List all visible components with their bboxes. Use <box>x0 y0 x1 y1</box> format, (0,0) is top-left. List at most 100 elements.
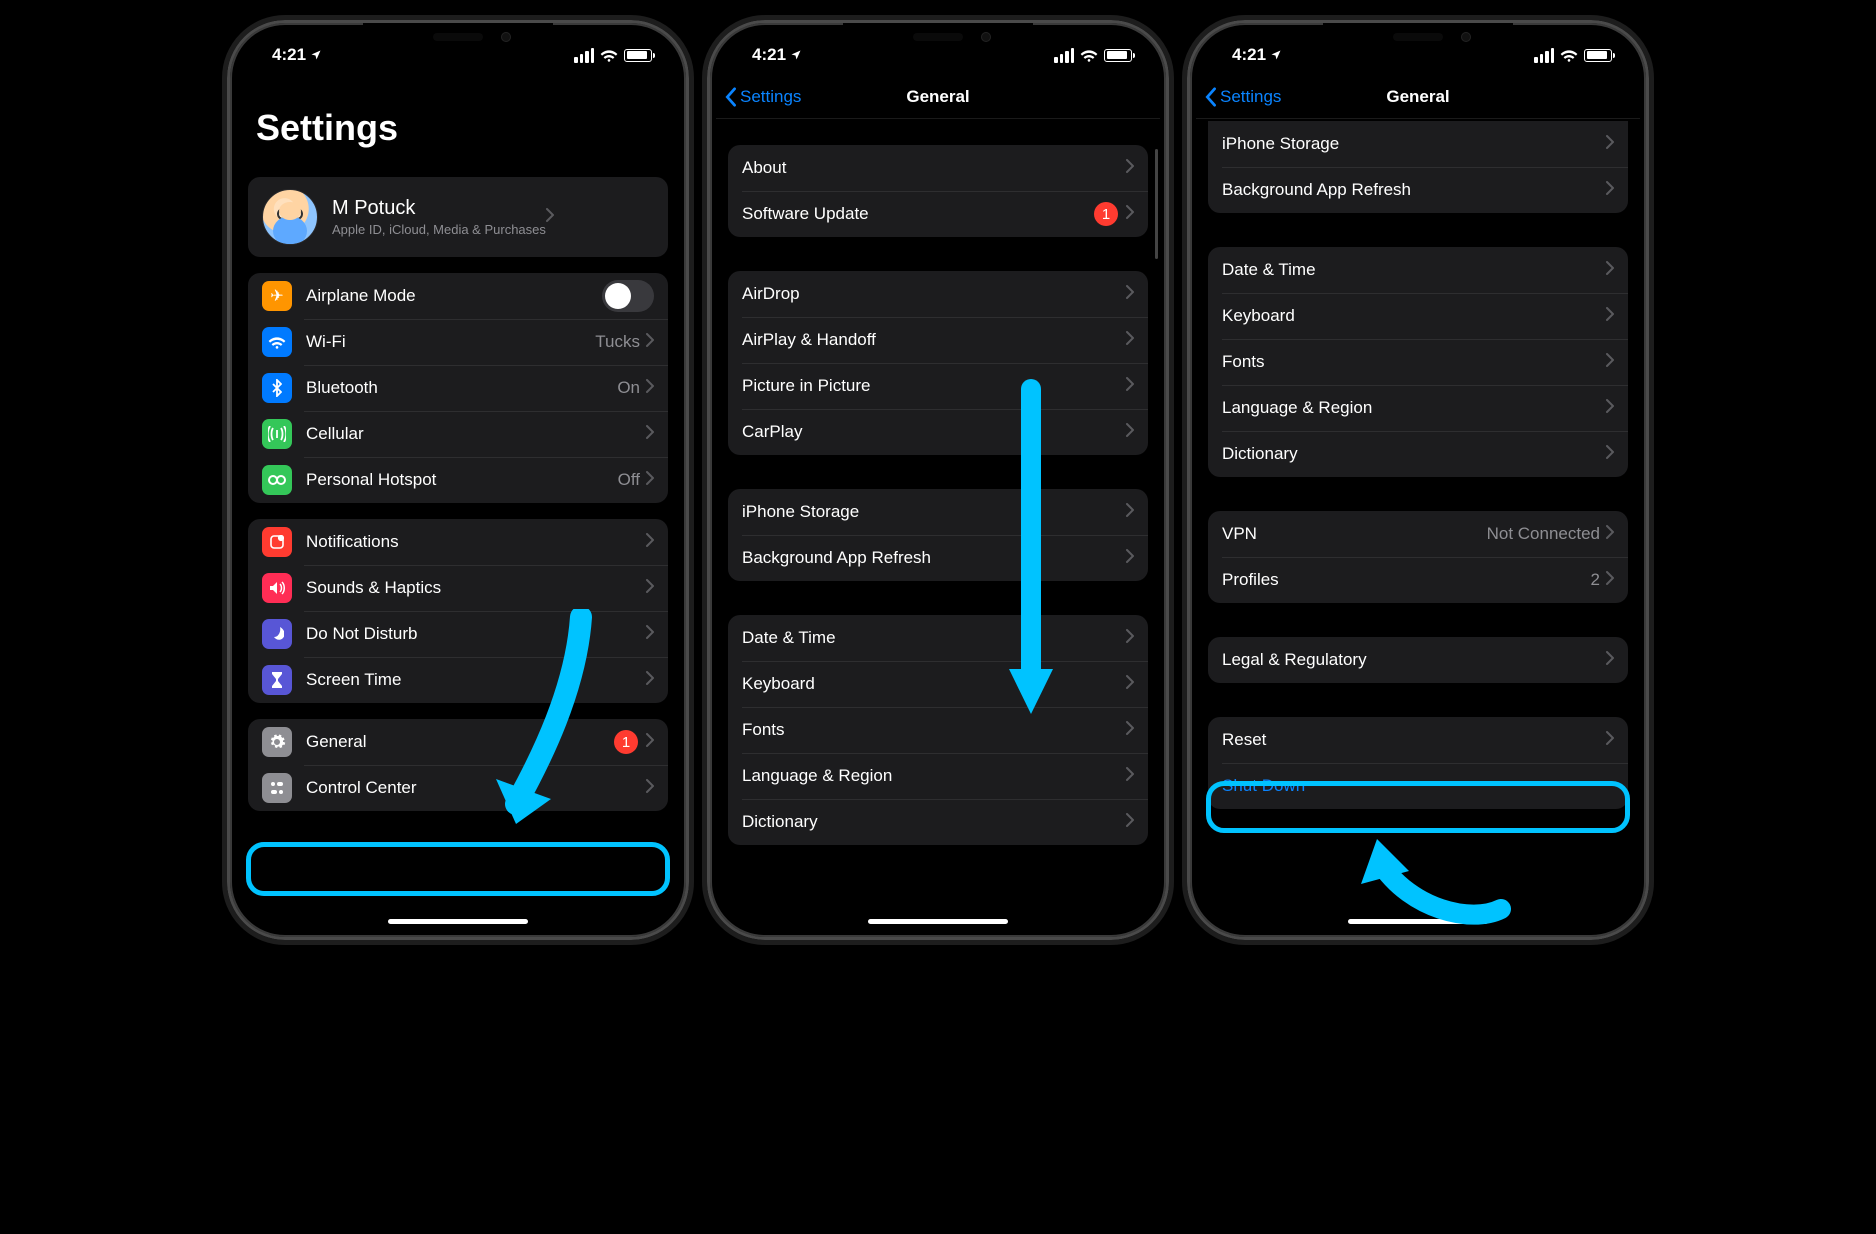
hotspot-icon <box>262 465 292 495</box>
storage-group: iPhone Storage Background App Refresh <box>728 489 1148 581</box>
chevron-right-icon <box>1606 399 1614 418</box>
general-row[interactable]: General 1 <box>248 719 668 765</box>
chevron-right-icon <box>1126 503 1134 522</box>
chevron-right-icon <box>646 471 654 490</box>
about-group: About Software Update1 <box>728 145 1148 237</box>
nav-bar: Settings General <box>1196 75 1640 119</box>
keyboard-row[interactable]: Keyboard <box>1208 293 1628 339</box>
hotspot-row[interactable]: Personal Hotspot Off <box>248 457 668 503</box>
screentime-row[interactable]: Screen Time <box>248 657 668 703</box>
hourglass-icon <box>262 665 292 695</box>
wifi-settings-icon <box>262 327 292 357</box>
chevron-right-icon <box>1126 285 1134 304</box>
chevron-right-icon <box>1126 629 1134 648</box>
storage-row[interactable]: iPhone Storage <box>728 489 1148 535</box>
carplay-row[interactable]: CarPlay <box>728 409 1148 455</box>
home-indicator[interactable] <box>868 919 1008 924</box>
sounds-icon <box>262 573 292 603</box>
chevron-left-icon <box>724 87 737 107</box>
localization-group: Date & Time Keyboard Fonts Language & Re… <box>1208 247 1628 477</box>
location-icon <box>310 49 322 61</box>
chevron-right-icon <box>646 625 654 644</box>
phone-notch <box>1323 23 1513 51</box>
background-refresh-row[interactable]: Background App Refresh <box>1208 167 1628 213</box>
reset-group: Reset Shut Down <box>1208 717 1628 809</box>
chevron-right-icon <box>1126 721 1134 740</box>
chevron-right-icon <box>1606 651 1614 670</box>
nav-title: General <box>906 87 969 107</box>
cellular-row[interactable]: Cellular <box>248 411 668 457</box>
home-indicator[interactable] <box>1348 919 1488 924</box>
location-icon <box>1270 49 1282 61</box>
date-time-row[interactable]: Date & Time <box>728 615 1148 661</box>
chevron-right-icon <box>1606 445 1614 464</box>
phone-notch <box>843 23 1033 51</box>
reset-row[interactable]: Reset <box>1208 717 1628 763</box>
keyboard-row[interactable]: Keyboard <box>728 661 1148 707</box>
home-indicator[interactable] <box>388 919 528 924</box>
notifications-icon <box>262 527 292 557</box>
profile-subtitle: Apple ID, iCloud, Media & Purchases <box>332 222 546 237</box>
background-refresh-row[interactable]: Background App Refresh <box>728 535 1148 581</box>
control-center-icon <box>262 773 292 803</box>
localization-group: Date & Time Keyboard Fonts Language & Re… <box>728 615 1148 845</box>
page-title: Settings <box>236 75 680 161</box>
bluetooth-row[interactable]: Bluetooth On <box>248 365 668 411</box>
wifi-row[interactable]: Wi-Fi Tucks <box>248 319 668 365</box>
chevron-right-icon <box>1126 377 1134 396</box>
vpn-group: VPNNot Connected Profiles2 <box>1208 511 1628 603</box>
airplane-switch[interactable] <box>602 280 654 312</box>
nav-bar: Settings General <box>716 75 1160 119</box>
fonts-row[interactable]: Fonts <box>728 707 1148 753</box>
status-time: 4:21 <box>752 45 786 65</box>
shutdown-row[interactable]: Shut Down <box>1208 763 1628 809</box>
chevron-right-icon <box>1126 331 1134 350</box>
chevron-right-icon <box>646 533 654 552</box>
back-button[interactable]: Settings <box>1204 87 1281 107</box>
pip-row[interactable]: Picture in Picture <box>728 363 1148 409</box>
storage-row[interactable]: iPhone Storage <box>1208 121 1628 167</box>
notifications-group: Notifications Sounds & Haptics Do Not Di… <box>248 519 668 703</box>
back-button[interactable]: Settings <box>724 87 801 107</box>
chevron-right-icon <box>646 425 654 444</box>
status-time: 4:21 <box>272 45 306 65</box>
scroll-indicator <box>1155 149 1158 259</box>
airdrop-row[interactable]: AirDrop <box>728 271 1148 317</box>
chevron-right-icon <box>646 579 654 598</box>
apple-id-row[interactable]: M Potuck Apple ID, iCloud, Media & Purch… <box>248 177 668 257</box>
phone-screenshot-1: 4:21 Settings M Potuck Apple ID, iCloud,… <box>227 20 689 940</box>
moon-icon <box>262 619 292 649</box>
profiles-row[interactable]: Profiles2 <box>1208 557 1628 603</box>
vpn-row[interactable]: VPNNot Connected <box>1208 511 1628 557</box>
cell-signal-icon <box>1054 48 1074 63</box>
connectivity-group: AirDrop AirPlay & Handoff Picture in Pic… <box>728 271 1148 455</box>
dictionary-row[interactable]: Dictionary <box>728 799 1148 845</box>
status-time: 4:21 <box>1232 45 1266 65</box>
sounds-row[interactable]: Sounds & Haptics <box>248 565 668 611</box>
dnd-row[interactable]: Do Not Disturb <box>248 611 668 657</box>
control-center-row[interactable]: Control Center <box>248 765 668 811</box>
language-row[interactable]: Language & Region <box>1208 385 1628 431</box>
chevron-right-icon <box>1606 731 1614 750</box>
language-row[interactable]: Language & Region <box>728 753 1148 799</box>
legal-group: Legal & Regulatory <box>1208 637 1628 683</box>
wifi-icon <box>1080 48 1098 62</box>
date-time-row[interactable]: Date & Time <box>1208 247 1628 293</box>
notifications-row[interactable]: Notifications <box>248 519 668 565</box>
cell-signal-icon <box>1534 48 1554 63</box>
dictionary-row[interactable]: Dictionary <box>1208 431 1628 477</box>
badge-count: 1 <box>1094 202 1118 226</box>
chevron-right-icon <box>1126 549 1134 568</box>
phone-screenshot-2: 4:21 Settings General About Software Upd… <box>707 20 1169 940</box>
airplay-row[interactable]: AirPlay & Handoff <box>728 317 1148 363</box>
about-row[interactable]: About <box>728 145 1148 191</box>
wifi-icon <box>600 48 618 62</box>
avatar <box>262 189 318 245</box>
legal-row[interactable]: Legal & Regulatory <box>1208 637 1628 683</box>
airplane-mode-row[interactable]: ✈ Airplane Mode <box>248 273 668 319</box>
bluetooth-icon <box>262 373 292 403</box>
chevron-right-icon <box>646 671 654 690</box>
software-update-row[interactable]: Software Update1 <box>728 191 1148 237</box>
battery-icon <box>1584 49 1612 62</box>
fonts-row[interactable]: Fonts <box>1208 339 1628 385</box>
